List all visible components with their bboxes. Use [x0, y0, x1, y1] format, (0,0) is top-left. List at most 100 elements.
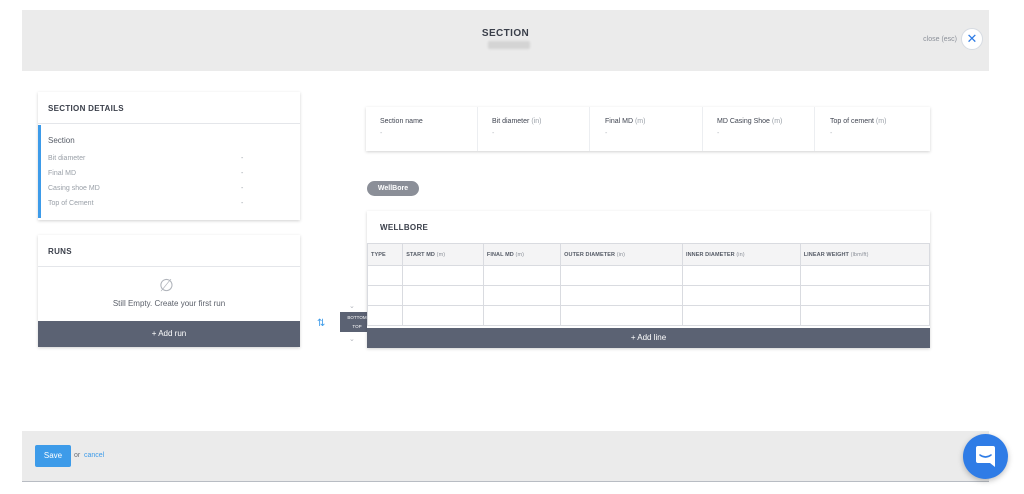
detail-value-casing-shoe-md: - — [241, 185, 244, 192]
summary-value: - — [717, 130, 720, 137]
divider — [38, 123, 300, 124]
table-cell[interactable] — [560, 285, 683, 306]
close-hint[interactable]: close (esc) — [923, 36, 957, 43]
table-cell[interactable] — [366, 265, 404, 286]
swap-vertical-icon[interactable]: ⇅ — [317, 318, 325, 329]
summary-label-text: Top of cement — [830, 118, 874, 125]
summary-label: Bit diameter (in) — [492, 118, 541, 125]
section-details-card: SECTION DETAILS Section Bit diameter - F… — [38, 92, 300, 220]
column-label: FINAL MD — [486, 251, 514, 258]
or-text: or — [74, 452, 81, 459]
table-cell[interactable] — [799, 265, 931, 286]
column-header: INNER DIAMETER (in) — [681, 243, 801, 266]
column-label: START MD — [406, 251, 436, 258]
column-unit: (lbm/ft) — [850, 251, 869, 258]
summary-label: MD Casing Shoe (m) — [717, 118, 782, 125]
summary-value: - — [830, 130, 833, 137]
detail-value-top-of-cement: - — [241, 200, 244, 207]
add-run-button[interactable]: + Add run — [38, 321, 300, 347]
wellbore-badge[interactable]: WellBore — [367, 181, 419, 196]
table-cell[interactable] — [482, 305, 562, 326]
orientation-toggle[interactable]: ⌄ ⇅ BOTTOM TOP ⌄ — [317, 302, 374, 350]
summary-label: Final MD (m) — [605, 118, 645, 125]
summary-unit: (in) — [531, 118, 542, 125]
runs-card: RUNS ∅ Still Empty. Create your first ru… — [38, 235, 300, 347]
table-cell[interactable] — [560, 265, 683, 286]
table-cell[interactable] — [560, 305, 683, 326]
summary-unit: (m) — [771, 118, 783, 125]
column-header: OUTER DIAMETER (in) — [560, 243, 683, 266]
summary-section-name: Section name - — [366, 107, 478, 151]
close-button[interactable]: ✕ — [961, 28, 983, 50]
section-item[interactable]: Section Bit diameter - Final MD - Casing… — [38, 125, 300, 218]
chat-launcher-button[interactable] — [963, 434, 1008, 479]
table-cell[interactable] — [402, 265, 484, 286]
column-header: LINEAR WEIGHT (lbm/ft) — [799, 243, 931, 266]
empty-state-text: Still Empty. Create your first run — [112, 299, 226, 308]
table-header-row: TYPE START MD (m) FINAL MD (m) OUTER DIA… — [366, 243, 931, 266]
table-row — [366, 285, 931, 306]
column-unit: (in) — [736, 251, 745, 258]
table-cell[interactable] — [402, 305, 484, 326]
table-cell[interactable] — [366, 305, 404, 326]
chevron-down-icon[interactable]: ⌄ — [349, 335, 355, 343]
wellbore-table: TYPE START MD (m) FINAL MD (m) OUTER DIA… — [366, 243, 931, 326]
detail-value-final-md: - — [241, 170, 244, 177]
runs-title: RUNS — [48, 247, 72, 256]
column-header: FINAL MD (m) — [482, 243, 562, 266]
summary-md-casing-shoe: MD Casing Shoe (m) - — [703, 107, 815, 151]
summary-label-text: MD Casing Shoe — [717, 118, 770, 125]
summary-value: - — [492, 130, 495, 137]
save-button[interactable]: Save — [35, 445, 71, 467]
detail-label-top-of-cement: Top of Cement — [48, 200, 94, 207]
column-label: OUTER DIAMETER — [564, 251, 616, 258]
detail-label-final-md: Final MD — [48, 170, 77, 177]
wellbore-title: WELLBORE — [380, 223, 429, 232]
column-header: TYPE — [366, 243, 404, 266]
blurred-subtitle — [488, 41, 530, 49]
table-cell[interactable] — [681, 305, 801, 326]
table-cell[interactable] — [681, 285, 801, 306]
modal-footer: Save or cancel — [22, 431, 989, 482]
detail-value-bit-diameter: - — [241, 155, 244, 162]
empty-set-icon: ∅ — [159, 276, 174, 295]
page-title: SECTION — [481, 28, 530, 39]
column-header: START MD (m) — [402, 243, 484, 266]
summary-top-of-cement: Top of cement (m) - — [816, 107, 928, 151]
detail-label-casing-shoe-md: Casing shoe MD — [48, 185, 100, 192]
summary-label: Top of cement (m) — [830, 118, 886, 125]
wellbore-card: WELLBORE TYPE START MD (m) FINAL MD (m) … — [366, 211, 931, 348]
column-unit: (m) — [515, 251, 525, 258]
section-summary-card: Section name - Bit diameter (in) - Final… — [366, 107, 930, 151]
column-label: LINEAR WEIGHT — [803, 251, 850, 258]
add-line-button[interactable]: + Add line — [367, 328, 930, 348]
table-cell[interactable] — [681, 265, 801, 286]
table-cell[interactable] — [482, 285, 562, 306]
table-cell[interactable] — [482, 265, 562, 286]
section-modal: SECTION close (esc) ✕ SECTION DETAILS Se… — [22, 10, 989, 482]
summary-label-text: Section name — [380, 118, 423, 125]
summary-label-text: Bit diameter — [492, 118, 530, 125]
table-row — [366, 265, 931, 286]
column-label: TYPE — [371, 251, 386, 258]
cancel-link[interactable]: cancel — [84, 452, 104, 459]
divider — [38, 266, 300, 267]
section-details-title: SECTION DETAILS — [48, 104, 124, 113]
column-label: INNER DIAMETER — [685, 251, 735, 258]
column-unit: (in) — [616, 251, 626, 258]
table-cell[interactable] — [799, 285, 931, 306]
table-cell[interactable] — [799, 305, 931, 326]
chevron-up-icon[interactable]: ⌄ — [349, 302, 355, 310]
modal-header: SECTION close (esc) ✕ — [22, 10, 989, 71]
summary-label-text: Final MD — [605, 118, 634, 125]
detail-label-bit-diameter: Bit diameter — [48, 155, 86, 162]
chat-icon — [976, 446, 995, 467]
table-cell[interactable] — [402, 285, 484, 306]
summary-bit-diameter: Bit diameter (in) - — [478, 107, 590, 151]
summary-unit: (m) — [634, 118, 646, 125]
summary-value: - — [380, 130, 383, 137]
close-icon: ✕ — [966, 31, 978, 46]
section-name: Section — [48, 136, 75, 145]
table-row — [366, 305, 931, 326]
table-cell[interactable] — [366, 285, 404, 306]
